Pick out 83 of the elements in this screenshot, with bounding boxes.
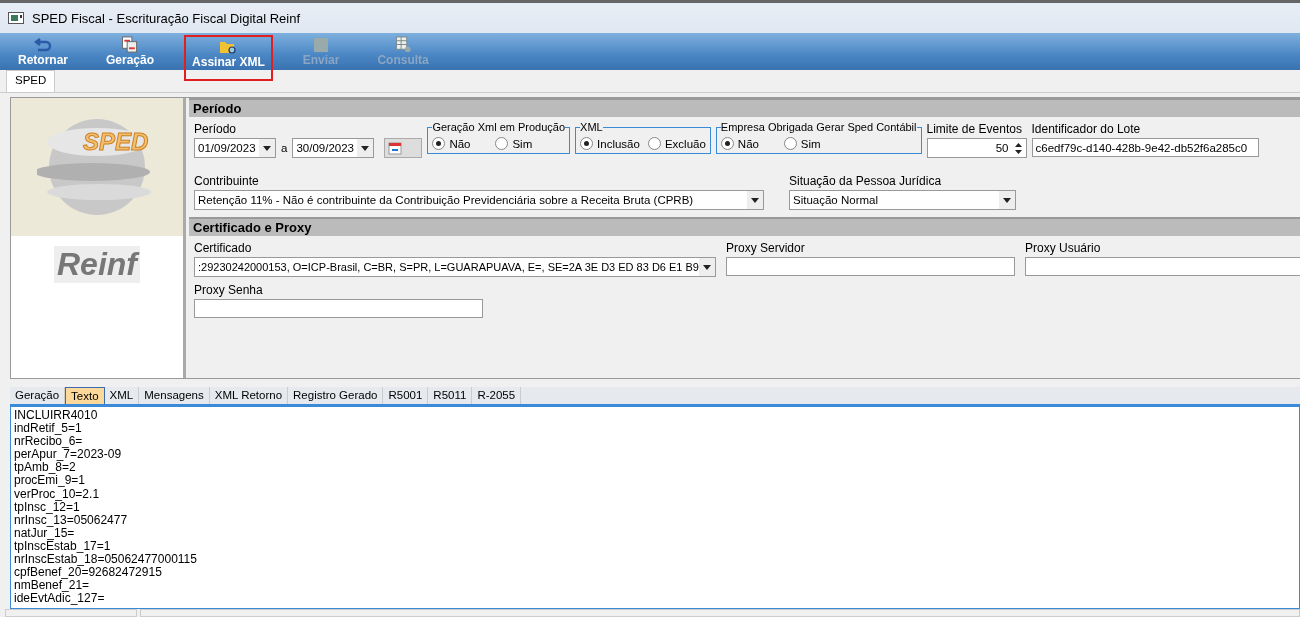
text-line: nmBenef_21= [14,579,90,593]
field-label: Período [194,122,238,136]
caret-icon[interactable] [751,197,759,203]
caret-icon[interactable] [703,264,711,270]
text-area[interactable] [10,406,1300,609]
text-line: tpInsc_12=1 [14,500,80,514]
radio-option[interactable]: Sim [495,137,551,150]
dropdown[interactable]: Retenção 11% - Não é contribuinte da Contribuição Previdenciária sobre a Receita Bruta (CPRB) [194,190,764,210]
radio-button[interactable] [495,137,509,150]
field-label: Certificado [194,241,253,255]
folder-search-icon [219,39,238,55]
radio-button[interactable] [580,137,594,150]
down-arrow-icon[interactable] [1015,149,1022,154]
tab[interactable]: Texto [65,387,105,404]
group-title: Empresa Obrigada Gerar Sped Contábil [720,121,917,133]
date-field[interactable]: 01/09/2023 [194,138,276,158]
text-line: indRetif_5=1 [14,422,83,436]
tab[interactable]: R5001 [383,387,429,404]
text-line: procEmi_9=1 [14,474,87,488]
field-label: Proxy Usuário [1025,241,1102,255]
grid-icon [394,36,413,53]
separator-text: a [281,142,288,154]
logo-text: SPED [83,128,149,156]
window-title: SPED Fiscal - Escrituração Fiscal Digital Reinf [32,10,301,26]
return-arrow-icon [34,37,52,53]
text-line: perApur_7=2023-09 [14,448,123,462]
toolbar-button[interactable]: Geração [98,33,163,70]
radio-option[interactable]: Sim [783,137,839,150]
toolbar-button[interactable]: Retornar [10,33,76,70]
tab[interactable]: R5011 [428,387,473,404]
tab[interactable]: XML Retorno [209,387,289,404]
radio-button[interactable] [432,137,446,150]
radio-button[interactable] [647,137,661,150]
text-line: cpfBenef_20=92682472915 [14,566,162,580]
radio-option[interactable]: Excluão [647,137,706,150]
dropdown[interactable]: Situação Normal [789,190,1016,210]
radio-option[interactable]: Não [720,137,776,150]
tab[interactable]: Mensagens [139,387,210,404]
field-label: Identificador do Lote [1031,122,1142,136]
text-line: tpInscEstab_17=1 [14,539,112,554]
app-icon [8,12,24,24]
caret-icon[interactable] [361,145,370,151]
calendar-icon [388,141,403,155]
field-label: Proxy Servidor [726,241,806,255]
text-line: INCLUIRR4010 [14,409,99,423]
radio-button[interactable] [720,137,734,150]
field-label: Proxy Senha [194,283,264,297]
text-line: nrInscEstab_18=05062477000115 [14,553,198,567]
section-header: Certificado e Proxy [189,217,1300,236]
group-title: Geração Xml em Produção [432,121,566,133]
tab[interactable]: R-2055 [472,387,522,404]
logo-caption: Reinf [54,246,140,283]
tab[interactable]: XML [104,387,140,404]
text-field[interactable] [1025,257,1300,276]
field-label: Limite de Eventos [926,122,1023,136]
date-field[interactable]: 30/09/2023 [292,138,375,158]
text-line: tpAmb_8=2 [14,461,76,475]
text-line: natJur_15= [14,526,75,540]
text-line: verProc_10=2.1 [14,487,101,501]
calendar-button[interactable] [384,138,423,158]
group-title: XML [580,121,603,133]
radio-option[interactable]: Inclusão [580,137,640,150]
caret-icon[interactable] [1003,197,1011,203]
text-line: nrRecibo_6= [14,435,84,449]
tab[interactable]: Registro Gerado [288,387,384,404]
field-label: Contribuinte [194,174,260,188]
password-field[interactable] [194,299,483,318]
toolbar-button[interactable]: Assinar XML [184,35,273,81]
dropdown[interactable]: :29230242000153, O=ICP-Brasil, C=BR, S=PR, L=GUARAPUAVA, E=, SE=2A 3E D3 ED 83 D6 E1 B9 [194,257,716,277]
section-header: Período [189,98,1300,117]
radio-button[interactable] [783,137,797,150]
square-icon [313,37,330,53]
field-label: Situação da Pessoa Jurídica [789,174,943,188]
text-field[interactable]: c6edf79c-d140-428b-9e42-db52f6a285c0 [1031,138,1259,157]
tab[interactable]: SPED [6,70,56,92]
text-line: ideEvtAdic_127= [14,592,106,606]
number-field[interactable]: 50 [926,138,1027,158]
up-arrow-icon[interactable] [1015,142,1022,147]
text-line: nrInsc_13=05062477 [14,513,129,527]
caret-icon[interactable] [263,145,271,151]
document-icon [121,36,140,53]
text-field[interactable] [726,257,1015,276]
radio-option[interactable]: Não [432,137,488,150]
